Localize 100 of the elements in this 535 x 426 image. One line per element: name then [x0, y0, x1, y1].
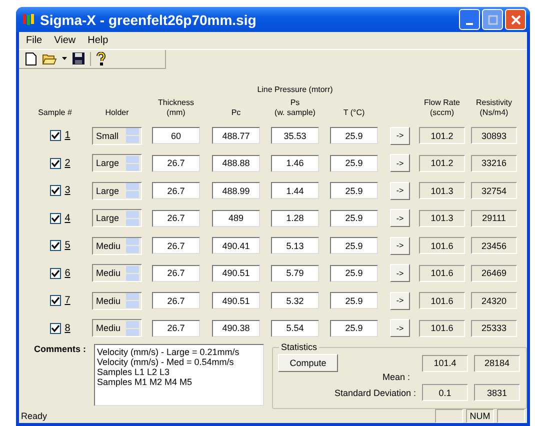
menu-item[interactable]: View: [50, 34, 80, 46]
sample-checkbox[interactable]: [50, 185, 61, 196]
ps-field[interactable]: 1.46: [271, 154, 319, 172]
calculate-button[interactable]: ->: [390, 292, 410, 310]
calculate-button[interactable]: ->: [390, 319, 410, 338]
comments-field[interactable]: Velocity (mm/s) - Large = 0.21mm/s Velocity (mm/s) - Med = 0.54mm/s Samples L1 L2 L3 Samples M1 M2 M4 M5: [94, 344, 264, 406]
ps-field[interactable]: 5.79: [271, 264, 319, 282]
sample-number: 3: [64, 185, 70, 196]
mean-resistivity-field: 28184: [474, 354, 520, 372]
calculate-button[interactable]: ->: [390, 154, 410, 172]
thickness-field[interactable]: 26.7: [152, 292, 200, 310]
pc-field[interactable]: 489: [212, 210, 260, 227]
thickness-field[interactable]: 26.7: [152, 154, 200, 172]
thickness-field[interactable]: 26.7: [152, 320, 200, 337]
holder-spinbox[interactable]: Mediu: [92, 292, 142, 310]
temperature-field[interactable]: 25.9: [330, 292, 378, 310]
sample-number: 7: [64, 295, 70, 306]
temperature-field[interactable]: 25.9: [330, 264, 378, 282]
sample-checkbox[interactable]: [50, 322, 61, 334]
column-header: Holder: [105, 108, 129, 118]
help-question-icon[interactable]: [96, 52, 106, 66]
column-header: T (°C): [343, 108, 365, 118]
holder-spinbox[interactable]: Large: [92, 154, 142, 172]
column-header: Resistivity (Ns/m4): [476, 98, 512, 118]
compute-button[interactable]: Compute: [278, 354, 338, 372]
temperature-field[interactable]: 25.9: [330, 127, 378, 144]
sample-number: 6: [64, 268, 70, 279]
flow-rate-field: 101.3: [419, 210, 465, 227]
pc-field[interactable]: 490.41: [212, 237, 260, 254]
sample-checkbox[interactable]: [50, 295, 61, 306]
thickness-field[interactable]: 26.7: [152, 182, 200, 200]
thickness-field[interactable]: 60: [152, 127, 200, 144]
holder-spinbox[interactable]: Small: [92, 126, 142, 145]
pc-field[interactable]: 488.99: [212, 182, 260, 200]
pc-field[interactable]: 490.38: [212, 320, 260, 337]
std-flow-field: 0.1: [422, 384, 468, 401]
temperature-field[interactable]: 25.9: [330, 154, 378, 172]
calculate-button[interactable]: ->: [390, 264, 410, 282]
calculate-button[interactable]: ->: [390, 209, 410, 228]
std-dev-label: Standard Deviation :: [334, 388, 416, 398]
thickness-field[interactable]: 26.7: [152, 264, 200, 282]
sample-checkbox[interactable]: [50, 212, 61, 224]
column-header: Pc: [231, 108, 241, 118]
calculate-button[interactable]: ->: [390, 182, 410, 200]
menu-item[interactable]: File: [22, 34, 46, 46]
new-file-icon[interactable]: [25, 52, 37, 66]
temperature-field[interactable]: 25.9: [330, 182, 378, 200]
holder-spinbox[interactable]: Large: [92, 209, 142, 228]
sample-checkbox[interactable]: [50, 240, 61, 252]
holder-spinbox[interactable]: Mediu: [92, 236, 142, 255]
menu-item[interactable]: Help: [84, 34, 112, 46]
flow-rate-field: 101.2: [419, 127, 465, 144]
ps-field[interactable]: 5.32: [271, 292, 319, 310]
holder-spinbox[interactable]: Large: [92, 182, 142, 200]
dropdown-caret-icon[interactable]: [62, 57, 67, 60]
ps-field[interactable]: 1.28: [271, 210, 319, 227]
resistivity-field: 33216: [471, 154, 517, 172]
status-text: Ready: [20, 411, 48, 421]
temperature-field[interactable]: 25.9: [330, 320, 378, 337]
column-group-header: Line Pressure (mtorr): [256, 85, 334, 96]
mean-label: Mean :: [382, 372, 410, 384]
holder-spinbox[interactable]: Mediu: [92, 264, 142, 282]
sample-checkbox[interactable]: [50, 158, 61, 169]
ps-field[interactable]: 1.44: [271, 182, 319, 200]
resistivity-field: 30893: [471, 127, 517, 144]
sample-checkbox[interactable]: [50, 268, 61, 279]
thickness-field[interactable]: 26.7: [152, 210, 200, 227]
column-header: Thickness (mm): [158, 98, 194, 118]
sample-number: 2: [64, 158, 70, 169]
ps-field[interactable]: 5.13: [271, 237, 319, 254]
num-lock-indicator: NUM: [466, 409, 494, 423]
sample-number: 1: [64, 130, 70, 142]
ps-field[interactable]: 35.53: [271, 127, 319, 144]
pc-field[interactable]: 490.51: [212, 264, 260, 282]
minimize-button[interactable]: [459, 9, 480, 30]
status-panel: [435, 409, 463, 423]
open-folder-icon[interactable]: [42, 52, 57, 66]
pc-field[interactable]: 488.77: [212, 127, 260, 144]
thickness-field[interactable]: 26.7: [152, 237, 200, 254]
sample-number: 4: [64, 212, 70, 224]
calculate-button[interactable]: ->: [390, 126, 410, 145]
temperature-field[interactable]: 25.9: [330, 237, 378, 254]
calculate-button[interactable]: ->: [390, 236, 410, 255]
flow-rate-field: 101.6: [419, 320, 465, 337]
minimize-icon: [466, 22, 473, 25]
flow-rate-field: 101.6: [419, 264, 465, 282]
ps-field[interactable]: 5.54: [271, 320, 319, 337]
close-button[interactable]: [505, 9, 526, 30]
resistivity-field: 26469: [471, 264, 517, 282]
window-title: Sigma-X - greenfelt26p70mm.sig: [40, 12, 258, 28]
std-resistivity-field: 3831: [474, 384, 520, 401]
flow-rate-field: 101.2: [419, 154, 465, 172]
statistics-title: Statistics: [279, 342, 320, 352]
flow-rate-field: 101.6: [419, 237, 465, 254]
pc-field[interactable]: 488.88: [212, 154, 260, 172]
sample-checkbox[interactable]: [50, 130, 61, 142]
temperature-field[interactable]: 25.9: [330, 210, 378, 227]
holder-spinbox[interactable]: Mediu: [92, 319, 142, 338]
pc-field[interactable]: 490.51: [212, 292, 260, 310]
maximize-icon: [488, 14, 498, 25]
